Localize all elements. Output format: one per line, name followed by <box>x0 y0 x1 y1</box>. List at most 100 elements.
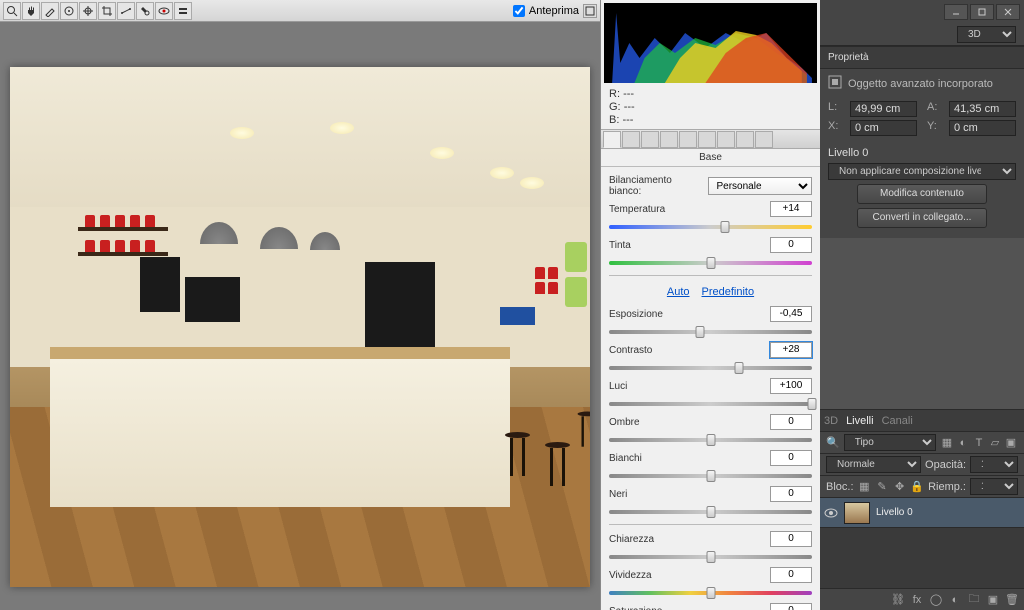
blacks-slider[interactable] <box>609 506 812 518</box>
wb-tool-icon[interactable] <box>41 2 59 20</box>
clarity-value[interactable]: 0 <box>770 531 812 547</box>
visibility-icon[interactable] <box>824 506 838 520</box>
shadows-slider[interactable] <box>609 434 812 446</box>
filter-kind-select[interactable]: Tipo <box>844 434 936 451</box>
layers-footer: ⛓ fx ◯ ◐ 🗀 ▣ 🗑 <box>820 588 1024 610</box>
wb-label: Bilanciamento bianco: <box>609 175 704 197</box>
window-controls <box>820 0 1024 24</box>
tab-layers[interactable]: Livelli <box>846 415 874 427</box>
wb-select[interactable]: Personale <box>708 177 813 195</box>
tab-channels[interactable]: Canali <box>882 415 913 427</box>
temp-value[interactable]: +14 <box>770 201 812 217</box>
layer-item[interactable]: Livello 0 <box>820 498 1024 528</box>
straighten-tool-icon[interactable] <box>117 2 135 20</box>
lock-position-icon[interactable]: ✥ <box>893 480 907 494</box>
filter-smart-icon[interactable]: ▣ <box>1004 436 1018 450</box>
tab-3d[interactable]: 3D <box>824 415 838 427</box>
tint-slider[interactable] <box>609 257 812 269</box>
adjustment-icon[interactable]: ◐ <box>947 593 963 607</box>
crop-tool-icon[interactable] <box>98 2 116 20</box>
vibrance-slider[interactable] <box>609 587 812 599</box>
close-icon[interactable] <box>996 4 1020 20</box>
clarity-label: Chiarezza <box>609 534 766 545</box>
exposure-value[interactable]: -0,45 <box>770 306 812 322</box>
smartobj-label: Oggetto avanzato incorporato <box>848 78 993 90</box>
vibrance-value[interactable]: 0 <box>770 567 812 583</box>
filter-icon[interactable]: 🔍 <box>826 436 840 449</box>
delete-icon[interactable]: 🗑 <box>1004 593 1020 607</box>
lock-pixels-icon[interactable]: ✎ <box>875 480 889 494</box>
smartobj-icon <box>828 75 842 92</box>
filter-shape-icon[interactable]: ▱ <box>988 436 1002 450</box>
opacity-label: Opacità: <box>925 459 966 471</box>
prop-width[interactable]: 49,99 cm <box>850 101 917 117</box>
mask-icon[interactable]: ◯ <box>928 593 944 607</box>
fx-icon[interactable]: fx <box>909 593 925 607</box>
fill-label: Riemp.: <box>928 481 966 493</box>
lock-all-icon[interactable]: 🔒 <box>910 480 924 494</box>
target-adjust-icon[interactable] <box>79 2 97 20</box>
filter-type-icon[interactable]: T <box>972 436 986 450</box>
highlights-slider[interactable] <box>609 398 812 410</box>
shadows-value[interactable]: 0 <box>770 414 812 430</box>
layer-name[interactable]: Livello 0 <box>876 507 913 518</box>
preview-area[interactable] <box>0 22 600 610</box>
temp-slider[interactable] <box>609 221 812 233</box>
preview-label: Anteprima <box>529 5 579 17</box>
prop-x[interactable]: 0 cm <box>850 120 917 136</box>
contrast-value[interactable]: +28 <box>770 342 812 358</box>
whites-value[interactable]: 0 <box>770 450 812 466</box>
redeye-tool-icon[interactable] <box>155 2 173 20</box>
opacity-select[interactable]: 100% <box>970 456 1018 473</box>
clarity-slider[interactable] <box>609 551 812 563</box>
contrast-label: Contrasto <box>609 345 766 356</box>
layer-thumbnail[interactable] <box>844 502 870 524</box>
tab-presets-icon[interactable] <box>755 131 773 148</box>
exposure-label: Esposizione <box>609 309 766 320</box>
fill-select[interactable]: 100% <box>970 478 1018 495</box>
tab-basic-icon[interactable] <box>603 131 621 148</box>
tab-detail-icon[interactable] <box>641 131 659 148</box>
whites-slider[interactable] <box>609 470 812 482</box>
fullscreen-toggle-icon[interactable] <box>583 4 597 18</box>
tab-camera-icon[interactable] <box>736 131 754 148</box>
hand-tool-icon[interactable] <box>22 2 40 20</box>
exposure-slider[interactable] <box>609 326 812 338</box>
color-sampler-icon[interactable] <box>60 2 78 20</box>
minimize-icon[interactable] <box>944 4 968 20</box>
spot-removal-icon[interactable] <box>136 2 154 20</box>
properties-panel: Proprietà Oggetto avanzato incorporato L… <box>820 46 1024 238</box>
preview-toggle[interactable]: Anteprima <box>513 5 579 17</box>
prop-height[interactable]: 41,35 cm <box>949 101 1016 117</box>
filter-adjust-icon[interactable]: ◐ <box>956 436 970 450</box>
lock-transparency-icon[interactable]: ▦ <box>858 480 872 494</box>
convert-linked-button[interactable]: Converti in collegato... <box>857 208 987 228</box>
highlights-value[interactable]: +100 <box>770 378 812 394</box>
tab-fx-icon[interactable] <box>717 131 735 148</box>
edit-contents-button[interactable]: Modifica contenuto <box>857 184 987 204</box>
zoom-tool-icon[interactable] <box>3 2 21 20</box>
blend-mode-select[interactable]: Normale <box>826 456 921 473</box>
preview-checkbox[interactable] <box>513 5 525 17</box>
tab-curve-icon[interactable] <box>622 131 640 148</box>
link-layers-icon[interactable]: ⛓ <box>890 593 906 607</box>
auto-link[interactable]: Auto <box>667 286 690 298</box>
workspace-select[interactable]: 3D <box>957 26 1016 43</box>
contrast-slider[interactable] <box>609 362 812 374</box>
saturation-value[interactable]: 0 <box>770 603 812 610</box>
prop-y[interactable]: 0 cm <box>949 120 1016 136</box>
group-icon[interactable]: 🗀 <box>966 593 982 607</box>
blacks-value[interactable]: 0 <box>770 486 812 502</box>
new-layer-icon[interactable]: ▣ <box>985 593 1001 607</box>
filter-pixel-icon[interactable]: ▦ <box>940 436 954 450</box>
tint-value[interactable]: 0 <box>770 237 812 253</box>
default-link[interactable]: Predefinito <box>702 286 755 298</box>
tab-hsl-icon[interactable] <box>660 131 678 148</box>
tab-split-icon[interactable] <box>679 131 697 148</box>
tab-lens-icon[interactable] <box>698 131 716 148</box>
maximize-icon[interactable] <box>970 4 994 20</box>
histogram[interactable] <box>604 3 817 83</box>
layer-comp-select[interactable]: Non applicare composizione livelli <box>828 163 1016 180</box>
prefs-icon[interactable] <box>174 2 192 20</box>
tint-label: Tinta <box>609 240 766 251</box>
